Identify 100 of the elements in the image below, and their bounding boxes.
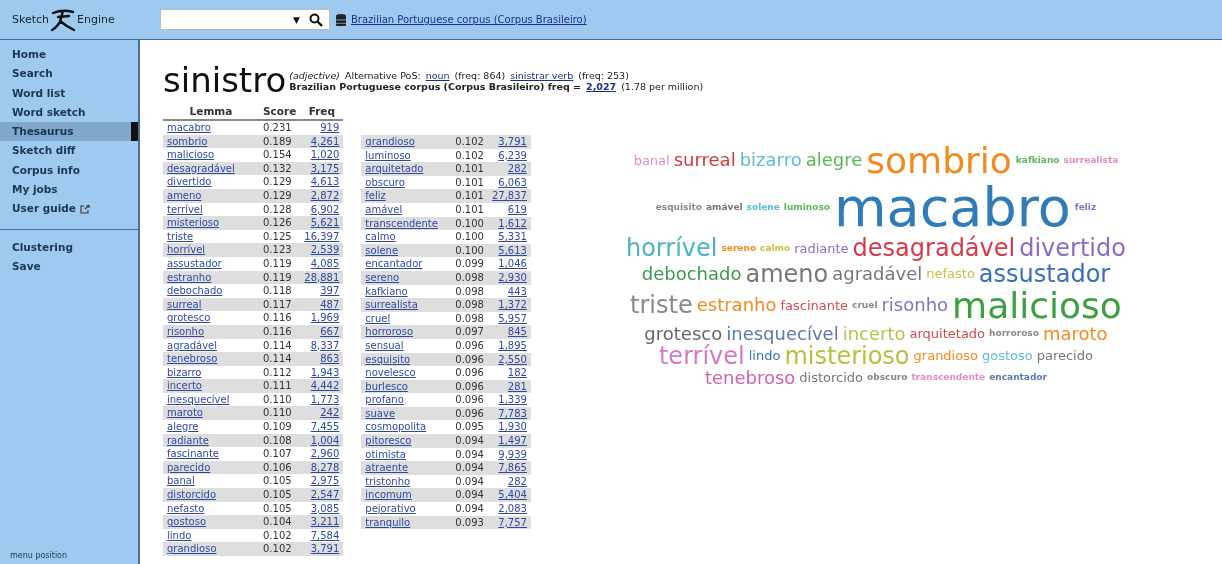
- lemma-link[interactable]: assustador: [167, 257, 222, 269]
- freq-link[interactable]: 5,957: [498, 312, 527, 324]
- logo-icon[interactable]: [50, 7, 77, 32]
- lemma-link[interactable]: macabro: [167, 122, 211, 133]
- cloud-word[interactable]: desagradável: [852, 236, 1016, 262]
- sidebar-item[interactable]: Search: [0, 64, 138, 84]
- lemma-link[interactable]: agradável: [167, 339, 218, 351]
- search-field[interactable]: ▼: [160, 9, 330, 30]
- alternative-pos-link[interactable]: sinistrar verb: [510, 70, 574, 81]
- cloud-word[interactable]: surreal: [673, 151, 736, 171]
- cloud-word[interactable]: amável: [706, 203, 743, 213]
- lemma-link[interactable]: debochado: [167, 285, 223, 297]
- lemma-link[interactable]: lindo: [167, 529, 192, 541]
- cloud-word[interactable]: malicioso: [952, 286, 1122, 325]
- cloud-word[interactable]: agradável: [832, 264, 923, 284]
- freq-link[interactable]: 282: [507, 475, 527, 487]
- freq-link[interactable]: 1,969: [310, 312, 340, 324]
- lemma-link[interactable]: cosmopolita: [365, 421, 427, 433]
- freq-link[interactable]: 2,960: [310, 448, 340, 460]
- lemma-link[interactable]: kafkiano: [365, 285, 408, 297]
- lemma-link[interactable]: calmo: [365, 231, 396, 243]
- cloud-word[interactable]: arquitetado: [909, 327, 986, 341]
- freq-link[interactable]: 4,613: [310, 176, 340, 188]
- sidebar-item[interactable]: User guide: [0, 199, 138, 219]
- freq-link[interactable]: 397: [320, 285, 340, 297]
- lemma-link[interactable]: otimista: [365, 448, 406, 460]
- freq-link[interactable]: 1,930: [498, 421, 527, 433]
- freq-link[interactable]: 2,975: [310, 475, 340, 487]
- lemma-link[interactable]: pejorativo: [365, 503, 416, 515]
- freq-link[interactable]: 443: [507, 285, 527, 297]
- alternative-pos-link[interactable]: noun: [425, 70, 450, 81]
- lemma-link[interactable]: divertido: [167, 176, 212, 188]
- lemma-link[interactable]: tristonho: [365, 475, 411, 487]
- freq-link[interactable]: 5,331: [498, 231, 527, 243]
- cloud-word[interactable]: horroroso: [989, 329, 1039, 339]
- freq-link[interactable]: 3,085: [310, 502, 340, 514]
- sidebar-item[interactable]: Sketch diff: [0, 141, 138, 161]
- search-icon[interactable]: [309, 12, 323, 27]
- dropdown-arrow[interactable]: ▼: [293, 14, 300, 25]
- freq-link[interactable]: 182: [507, 367, 527, 379]
- sidebar-item[interactable]: Clustering: [0, 237, 138, 257]
- cloud-word[interactable]: tenebroso: [704, 368, 796, 388]
- lemma-link[interactable]: malicioso: [167, 149, 215, 161]
- lemma-link[interactable]: triste: [167, 230, 194, 242]
- lemma-link[interactable]: bizarro: [167, 366, 202, 378]
- lemma-link[interactable]: alegre: [167, 421, 199, 433]
- cloud-word[interactable]: radiante: [794, 242, 849, 256]
- lemma-link[interactable]: profano: [365, 394, 404, 406]
- cloud-word[interactable]: divertido: [1019, 236, 1126, 262]
- freq-link[interactable]: 1,943: [310, 366, 340, 378]
- freq-link[interactable]: 6,063: [498, 176, 527, 188]
- lemma-link[interactable]: amável: [365, 203, 403, 215]
- logo-text[interactable]: Sketch: [12, 13, 50, 26]
- sidebar-item[interactable]: Thesaurus: [0, 122, 138, 142]
- cloud-word[interactable]: lindo: [748, 349, 781, 363]
- cloud-word[interactable]: parecido: [1036, 349, 1093, 363]
- lemma-link[interactable]: sensual: [365, 339, 404, 351]
- freq-link[interactable]: 1,020: [310, 149, 340, 161]
- freq-link[interactable]: 16,397: [304, 230, 340, 242]
- cloud-word[interactable]: debochado: [641, 264, 742, 284]
- lemma-link[interactable]: fascinante: [167, 448, 219, 460]
- freq-link[interactable]: 1,895: [498, 339, 527, 351]
- sidebar-item[interactable]: Word list: [0, 83, 138, 103]
- sidebar-item[interactable]: Save: [0, 256, 138, 277]
- lemma-link[interactable]: obscuro: [365, 176, 405, 188]
- sidebar-item[interactable]: Corpus info: [0, 160, 138, 181]
- corpus-link[interactable]: Brazilian Portuguese corpus (Corpus Brasileiro): [351, 14, 587, 25]
- lemma-link[interactable]: novelesco: [365, 367, 416, 379]
- freq-link[interactable]: 1,773: [310, 393, 340, 405]
- freq-link[interactable]: 919: [320, 122, 340, 133]
- freq-link[interactable]: 9,939: [498, 448, 527, 460]
- logo-text[interactable]: Engine: [77, 13, 115, 26]
- lemma-link[interactable]: encantador: [365, 258, 423, 270]
- cloud-word[interactable]: esquisito: [655, 203, 702, 213]
- menu-position-link[interactable]: menu position: [0, 551, 138, 564]
- cloud-word[interactable]: encantador: [989, 373, 1047, 383]
- cloud-word[interactable]: risonho: [881, 296, 949, 316]
- freq-link[interactable]: 6,239: [498, 149, 527, 161]
- cloud-word[interactable]: fascinante: [780, 298, 849, 313]
- lemma-link[interactable]: nefasto: [167, 502, 205, 514]
- cloud-word[interactable]: feliz: [1074, 203, 1097, 213]
- cloud-word[interactable]: cruel: [852, 301, 878, 311]
- lemma-link[interactable]: grotesco: [167, 312, 211, 324]
- lemma-link[interactable]: terrível: [167, 203, 203, 215]
- lemma-link[interactable]: inesquecível: [167, 393, 230, 405]
- cloud-word[interactable]: inesquecível: [726, 324, 839, 344]
- cloud-word[interactable]: distorcido: [799, 371, 864, 385]
- cloud-word[interactable]: triste: [630, 293, 693, 319]
- freq-link[interactable]: 6,902: [310, 203, 340, 215]
- freq-link[interactable]: 1,046: [498, 258, 527, 270]
- freq-link[interactable]: 619: [507, 203, 527, 215]
- freq-link[interactable]: 7,455: [310, 421, 340, 433]
- sidebar-item[interactable]: My jobs: [0, 180, 138, 200]
- freq-link[interactable]: 7,584: [310, 529, 340, 541]
- lemma-link[interactable]: cruel: [365, 312, 391, 324]
- freq-link[interactable]: 4,085: [310, 257, 340, 269]
- freq-link[interactable]: 2,027: [586, 81, 617, 92]
- lemma-link[interactable]: banal: [167, 475, 195, 487]
- freq-link[interactable]: 8,337: [310, 339, 340, 351]
- sidebar-item[interactable]: Home: [0, 45, 138, 65]
